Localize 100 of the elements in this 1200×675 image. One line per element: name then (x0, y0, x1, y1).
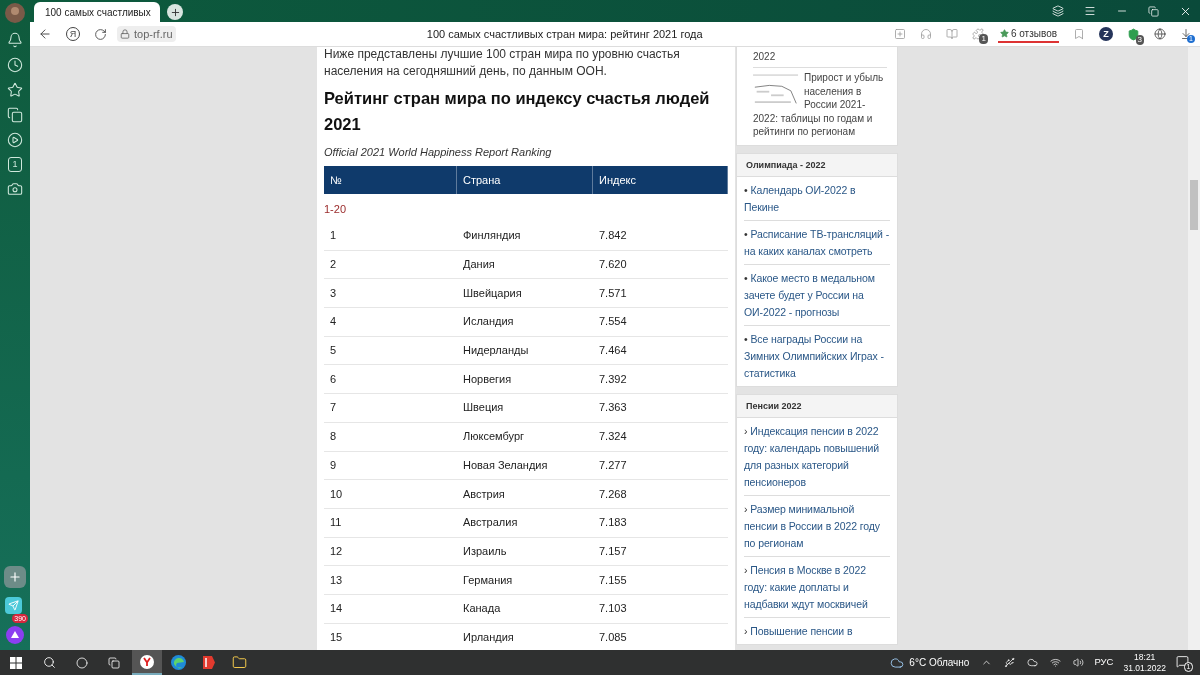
column-header: Страна (457, 166, 593, 194)
assistant-icon[interactable] (6, 626, 24, 644)
new-tab-button[interactable] (167, 4, 183, 20)
sidebar-link[interactable]: › Размер минимальной пенсии в России в 2022 году по регионам (744, 500, 890, 552)
search-icon[interactable] (43, 656, 56, 669)
restore-icon[interactable] (1148, 5, 1159, 17)
related-link[interactable]: Прирост и убыль населения в России 2021-2022: таблицы по годам и рейтинги по регионам (753, 71, 887, 139)
browser-icon (140, 654, 154, 669)
table-cell-text: 7.392 (598, 372, 628, 386)
language-indicator[interactable]: РУС (1094, 655, 1114, 670)
folder-icon[interactable] (232, 655, 247, 670)
weather-text[interactable]: 6°C Облачно (909, 655, 970, 670)
table-cell-text: Австрия (462, 487, 506, 501)
table-cell-text: 7.620 (598, 258, 628, 272)
sidebar-link[interactable]: • Календарь ОИ-2022 в Пекине (744, 181, 890, 216)
widget-header: Олимпиада - 2022 (737, 153, 897, 177)
tab-title: 100 самых счастливых (45, 5, 151, 20)
table-cell-text: Швеция (462, 401, 505, 415)
play-icon[interactable] (7, 132, 23, 148)
table-cell-text: 7.277 (598, 458, 628, 472)
cloud-icon[interactable] (1027, 657, 1039, 668)
shield-icon[interactable] (1127, 27, 1140, 41)
table-cell-text: Ирландия (462, 630, 515, 644)
browser-tab[interactable]: 100 самых счастливых (34, 2, 160, 22)
notifications-icon[interactable] (1176, 654, 1189, 668)
table-cell-text: 8 (329, 430, 338, 444)
reviews-button[interactable]: 6 отзывов (997, 25, 1059, 43)
send-icon (8, 600, 19, 611)
sidebar-link[interactable]: • Какое место в медальном зачете будет у России на ОИ-2022 - прогнозы (744, 269, 890, 321)
yandex-app-icon[interactable] (202, 655, 216, 670)
start-icon[interactable] (10, 656, 22, 669)
device-icon[interactable] (1004, 657, 1016, 668)
table-cell-text: 7.085 (598, 630, 628, 644)
reload-icon[interactable] (94, 27, 107, 41)
intro-text: Ниже представлены лучшие 100 стран мира по уровню счастья населения на сегодняшний день, по данным ООН. (324, 47, 681, 80)
table-caption: Official 2021 World Happiness Report Ranking (324, 145, 553, 159)
sidebar-link[interactable]: › Повышение пенсии в (744, 622, 890, 640)
clock[interactable]: 18:21 31.01.2022 (1123, 651, 1166, 674)
sidebar-link[interactable]: • Все награды России на Зимних Олимпийских Играх - статистика (744, 330, 890, 382)
download-icon[interactable] (1180, 28, 1192, 40)
table-cell-text: Австралия (462, 516, 519, 530)
table-cell-text: 9 (329, 458, 338, 472)
section-heading: Рейтинг стран мира по индексу счастья людей 2021 (324, 88, 711, 135)
table-cell-text: 7.103 (598, 602, 628, 616)
table-cell-text: 7.464 (598, 344, 628, 358)
scrollbar[interactable] (1188, 47, 1200, 650)
tabs-icon[interactable] (1052, 5, 1064, 17)
article-date: 2022 (753, 50, 777, 64)
sidebar-link[interactable]: › Пенсия в Москве в 2022 году: какие доплаты и надбавки ждут москвичей (744, 561, 890, 613)
table-cell-text: 10 (329, 487, 344, 501)
table-cell-text: Новая Зеландия (462, 458, 549, 472)
table-cell-text: Канада (462, 602, 502, 616)
table-cell-text: 2 (329, 258, 338, 272)
table-cell-text: 7.324 (598, 430, 628, 444)
table-cell-text: 6 (329, 372, 338, 386)
network-icon[interactable] (1050, 657, 1062, 668)
extensions-icon[interactable] (971, 28, 984, 40)
edge-icon[interactable] (171, 655, 186, 670)
cortana-icon[interactable] (76, 656, 88, 669)
column-header: № (324, 166, 457, 194)
widget-header: Пенсии 2022 (737, 394, 897, 418)
table-cell-text: 7.268 (598, 487, 628, 501)
table-cell-text: 7.571 (598, 286, 628, 300)
table-cell-text: 7 (329, 401, 338, 415)
sidebar-link[interactable]: › Индексация пенсии в 2022 году: календарь повышений для разных категорий пенсионеров (744, 422, 890, 491)
table-cell-text: 13 (329, 573, 344, 587)
weather-icon[interactable] (890, 655, 905, 670)
collections-icon[interactable] (7, 107, 23, 123)
history-icon[interactable] (7, 57, 23, 73)
table-cell-text: Германия (462, 573, 514, 587)
task-view-icon[interactable] (108, 656, 120, 669)
table-cell-text: 7.155 (598, 573, 628, 587)
table-cell-text: 14 (329, 602, 344, 616)
star-icon (999, 28, 1009, 38)
column-header: Индекс (593, 166, 728, 194)
table-cell-text: Исландия (462, 315, 515, 329)
notifications-icon[interactable] (7, 32, 23, 48)
messenger-button[interactable] (5, 597, 22, 614)
group-label: 1-20 (324, 202, 348, 217)
table-cell-text: 4 (329, 315, 338, 329)
lock-icon (120, 29, 130, 39)
page-title: 100 самых счастливых стран мира: рейтинг 2021 года (425, 26, 704, 42)
table-cell-text: 7.363 (598, 401, 628, 415)
counter-button[interactable]: 1 (8, 157, 22, 172)
back-icon[interactable] (38, 27, 52, 41)
add-button[interactable] (4, 566, 26, 588)
favorites-icon[interactable] (7, 82, 23, 98)
table-cell-text: Израиль (462, 544, 508, 558)
table-cell-text: 3 (329, 286, 338, 300)
address-field[interactable]: top-rf.ru (117, 26, 176, 42)
avatar[interactable] (5, 3, 25, 23)
menu-icon[interactable] (1084, 5, 1096, 17)
taskbar-app[interactable] (132, 650, 162, 675)
extension-badge: 1 (979, 34, 988, 44)
globe-icon[interactable] (1154, 28, 1166, 40)
table-cell-text: 7.183 (598, 516, 628, 530)
sidebar-link[interactable]: • Расписание ТВ-трансляций - на каких каналах смотреть (744, 225, 890, 260)
screenshot-icon[interactable] (7, 181, 23, 197)
z-extension-button[interactable]: Z (1099, 27, 1113, 41)
volume-icon[interactable] (1073, 657, 1085, 668)
